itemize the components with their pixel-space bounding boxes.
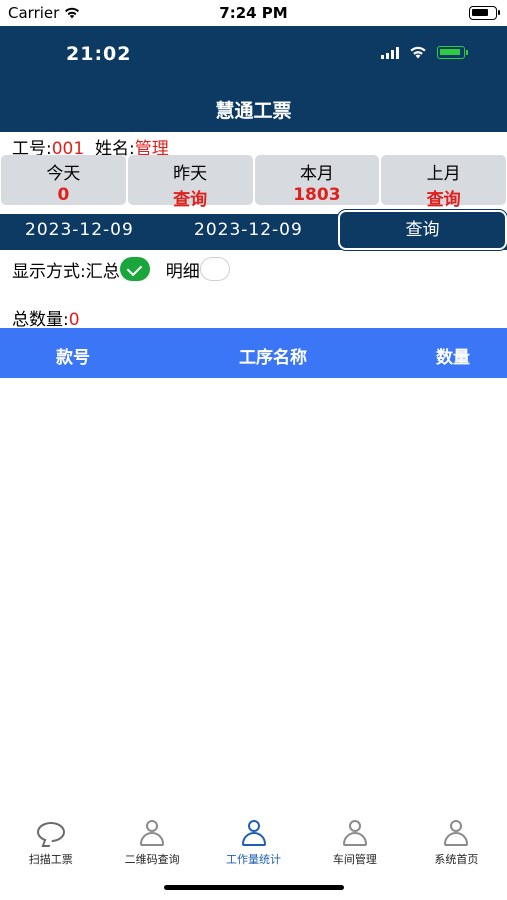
tab-label: 车间管理: [332, 853, 377, 866]
stat-yesterday[interactable]: 昨天 查询: [127, 155, 253, 210]
stat-value: 查询: [426, 190, 461, 210]
column-style-no: 款号: [56, 348, 90, 368]
display-mode-label: 显示方式:: [12, 261, 86, 282]
query-button[interactable]: 查询: [338, 210, 507, 250]
tab-qr-query[interactable]: 二维码查询: [101, 812, 202, 872]
display-mode-row: 显示方式: 汇总 明细: [12, 256, 230, 282]
stat-label: 今天: [46, 164, 81, 184]
tab-system-home[interactable]: 系统首页: [406, 812, 507, 872]
signal-bars-icon: [381, 46, 399, 59]
table-header: 款号 工序名称 数量: [0, 328, 507, 378]
date-filter-bar: 2023-12-09 2023-12-09 查询: [0, 210, 507, 250]
end-date-picker[interactable]: 2023-12-09: [194, 220, 303, 240]
embedded-status-bar: 21:02: [0, 26, 507, 82]
stat-value: 0: [57, 185, 70, 205]
stat-last-month[interactable]: 上月 查询: [381, 155, 506, 210]
tab-label: 系统首页: [434, 853, 479, 866]
total-value: 0: [68, 310, 80, 330]
total-quantity: 总数量:0: [12, 305, 80, 330]
stat-label: 本月: [299, 164, 334, 184]
tab-label: 二维码查询: [124, 853, 180, 866]
page-title: 慧通工票: [215, 100, 292, 122]
tab-label: 扫描工票: [28, 853, 73, 866]
embedded-clock: 21:02: [66, 43, 132, 65]
stat-value: 1803: [293, 185, 341, 205]
person-icon: [239, 820, 269, 848]
tab-label: 工作量统计: [226, 853, 282, 866]
home-indicator[interactable]: [164, 885, 344, 890]
chat-bubble-icon: [36, 820, 66, 848]
summary-option-label[interactable]: 汇总: [86, 257, 120, 282]
embedded-status-icons: [381, 46, 468, 59]
ios-status-bar: Carrier 7:24 PM: [0, 0, 507, 26]
wifi-icon: [410, 46, 426, 59]
app-header: 21:02 慧通工票: [0, 26, 507, 132]
stat-today[interactable]: 今天 0: [1, 155, 126, 205]
person-icon: [137, 820, 167, 848]
battery-icon: [469, 6, 500, 20]
tab-workshop-management[interactable]: 车间管理: [304, 812, 405, 872]
ios-clock: 7:24 PM: [219, 4, 288, 22]
person-icon: [441, 820, 471, 848]
bottom-tab-bar: 扫描工票 二维码查询 工作量统计 车间管理 系统首页: [0, 812, 507, 872]
stat-value: 查询: [173, 190, 208, 210]
stat-label: 上月: [426, 164, 461, 184]
person-icon: [340, 820, 370, 848]
charging-battery-icon: [437, 46, 468, 59]
detail-option-label[interactable]: 明细: [166, 257, 200, 282]
total-label: 总数量:: [12, 310, 69, 330]
tab-workload-stats[interactable]: 工作量统计: [203, 812, 304, 872]
detail-checkbox[interactable]: [199, 257, 230, 281]
column-quantity: 数量: [436, 348, 470, 368]
summary-checkbox[interactable]: [119, 257, 150, 281]
period-stats: 今天 0 昨天 查询 本月 1803 上月 查询: [0, 155, 507, 210]
stat-this-month[interactable]: 本月 1803: [254, 155, 380, 205]
column-process-name: 工序名称: [239, 348, 307, 368]
tab-scan-ticket[interactable]: 扫描工票: [0, 812, 101, 872]
stat-label: 昨天: [173, 164, 208, 184]
start-date-picker[interactable]: 2023-12-09: [25, 220, 134, 240]
